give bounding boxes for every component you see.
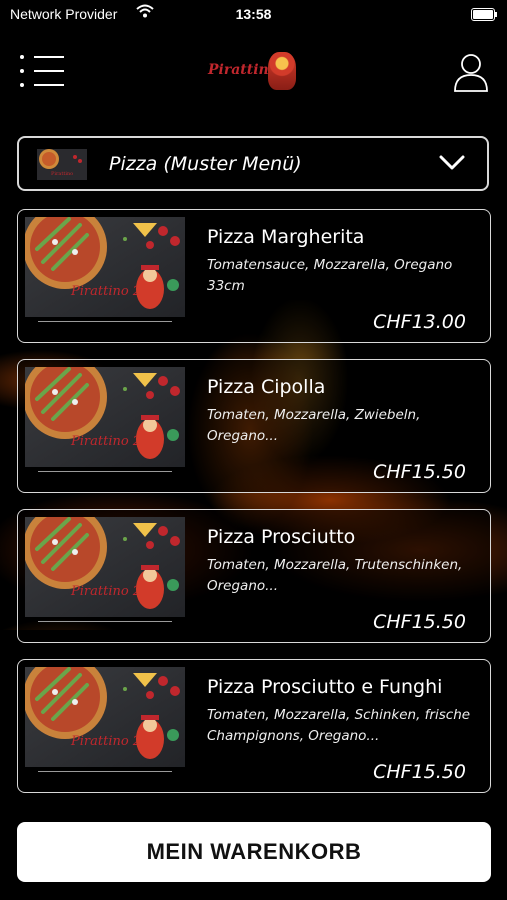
cart-button[interactable]: MEIN WARENKORB bbox=[17, 822, 491, 882]
hamburger-menu-icon[interactable] bbox=[20, 55, 64, 89]
item-description: Tomatensauce, Mozzarella, Oregano 33cm bbox=[207, 257, 453, 294]
category-dropdown[interactable]: Pirattino Pizza (Muster Menü) bbox=[17, 136, 489, 191]
image-divider bbox=[38, 621, 172, 622]
image-divider bbox=[38, 321, 172, 322]
item-price: CHF15.50 bbox=[373, 611, 466, 633]
image-divider bbox=[38, 471, 172, 472]
item-name: Pizza Cipolla bbox=[207, 376, 326, 398]
svg-text:Pirattino 2: Pirattino 2 bbox=[70, 584, 141, 599]
item-name: Pizza Prosciutto e Funghi bbox=[207, 676, 443, 698]
menu-item-card[interactable]: Pirattino 2 Pizza Prosciutto Tomaten, Moz… bbox=[17, 509, 491, 643]
item-name: Pizza Margherita bbox=[207, 226, 365, 248]
item-description: Tomaten, Mozzarella, Zwiebeln, Oregano..… bbox=[207, 407, 421, 444]
item-name: Pizza Prosciutto bbox=[207, 526, 356, 548]
category-thumbnail: Pirattino bbox=[37, 149, 87, 180]
item-price: CHF13.00 bbox=[373, 311, 466, 333]
menu-item-card[interactable]: Pirattino 2 Pizza Prosciutto e Funghi Tom… bbox=[17, 659, 491, 793]
user-icon[interactable] bbox=[453, 52, 489, 92]
clock: 13:58 bbox=[235, 6, 272, 22]
pizza-image: Pirattino 2 bbox=[25, 517, 185, 617]
pizza-image: Pirattino 2 bbox=[25, 217, 185, 317]
pizza-image: Pirattino 2 bbox=[25, 667, 185, 767]
item-price: CHF15.50 bbox=[373, 761, 466, 783]
brand-logo: Pirattino 2 bbox=[208, 52, 298, 92]
category-label: Pizza (Muster Menü) bbox=[109, 153, 302, 175]
svg-text:Pirattino 2: Pirattino 2 bbox=[70, 434, 141, 449]
item-price: CHF15.50 bbox=[373, 461, 466, 483]
menu-item-card[interactable]: Pirattino 2 Pizza Margherita Tomatensauce… bbox=[17, 209, 491, 343]
battery-icon bbox=[471, 8, 497, 21]
svg-text:Pirattino: Pirattino bbox=[51, 171, 73, 177]
mascot-image bbox=[268, 52, 296, 90]
chevron-down-icon[interactable] bbox=[439, 155, 465, 175]
status-bar: Network Provider 13:58 bbox=[0, 0, 507, 28]
svg-text:Pirattino 2: Pirattino 2 bbox=[70, 734, 141, 749]
menu-item-card[interactable]: Pirattino 2 Pizza Cipolla Tomaten, Mozzar… bbox=[17, 359, 491, 493]
pizza-image: Pirattino 2 bbox=[25, 367, 185, 467]
image-divider bbox=[38, 771, 172, 772]
svg-text:Pirattino 2: Pirattino 2 bbox=[70, 284, 141, 299]
item-description: Tomaten, Mozzarella, Schinken, frische C… bbox=[207, 707, 471, 744]
item-description: Tomaten, Mozzarella, Trutenschinken, Ore… bbox=[207, 557, 463, 594]
